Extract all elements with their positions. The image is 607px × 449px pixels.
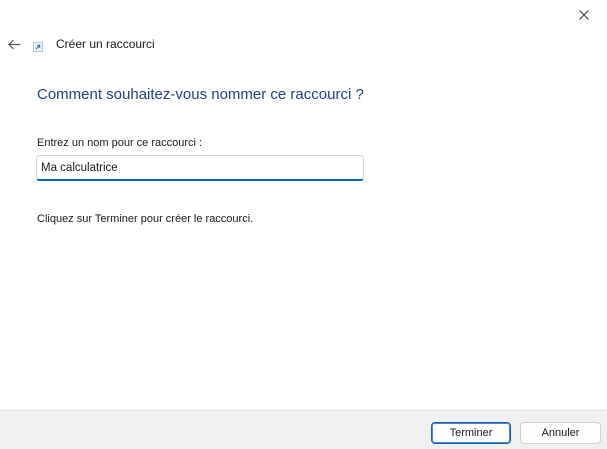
shortcut-icon [33,42,43,52]
shortcut-name-input[interactable] [36,155,364,181]
close-button[interactable] [561,0,607,30]
page-heading: Comment souhaitez-vous nommer ce raccour… [37,86,364,103]
finish-button[interactable]: Terminer [431,422,511,444]
close-icon [579,10,589,20]
shortcut-name-label: Entrez un nom pour ce raccourci : [37,137,203,149]
cancel-button[interactable]: Annuler [520,422,601,444]
finish-hint-text: Cliquez sur Terminer pour créer le racco… [37,213,254,225]
back-button[interactable] [4,34,24,54]
dialog-footer: Terminer Annuler [0,410,607,449]
create-shortcut-dialog: Créer un raccourci Comment souhaitez-vou… [0,0,607,449]
back-arrow-icon [7,39,20,49]
window-title: Créer un raccourci [56,37,155,51]
